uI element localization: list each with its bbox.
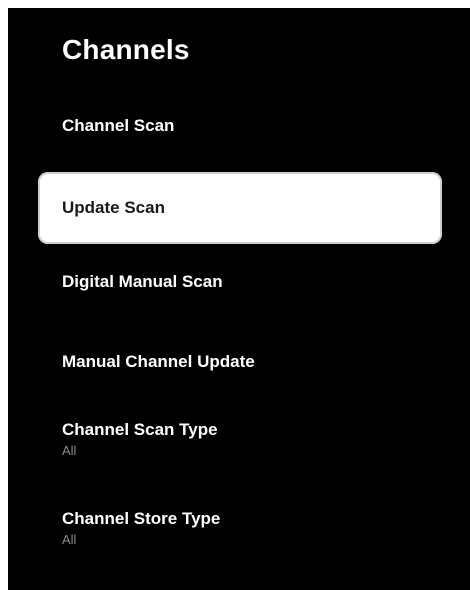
page-title: Channels: [62, 34, 190, 65]
menu-item-label: Manual Channel Update: [62, 352, 255, 371]
menu-item-value: All: [62, 532, 77, 547]
channels-screen: Channels Channel Scan Update Scan Digita…: [8, 8, 470, 590]
menu-item-label: Channel Store Type: [62, 509, 221, 528]
menu-item-channel-scan[interactable]: Channel Scan: [38, 116, 442, 136]
menu-item-channel-store-type[interactable]: Channel Store Type All: [38, 509, 442, 547]
menu-item-label: Update Scan: [62, 198, 165, 217]
menu-item-update-scan[interactable]: Update Scan: [38, 172, 442, 244]
menu-item-label: Channel Scan Type: [62, 420, 218, 439]
menu-item-digital-manual-scan[interactable]: Digital Manual Scan: [38, 272, 442, 292]
menu-item-label: Channel Scan: [62, 116, 175, 135]
menu-item-manual-channel-update[interactable]: Manual Channel Update: [38, 352, 442, 372]
menu-item-label: Digital Manual Scan: [62, 272, 223, 291]
menu-item-channel-scan-type[interactable]: Channel Scan Type All: [38, 420, 442, 458]
menu-item-value: All: [62, 443, 77, 458]
